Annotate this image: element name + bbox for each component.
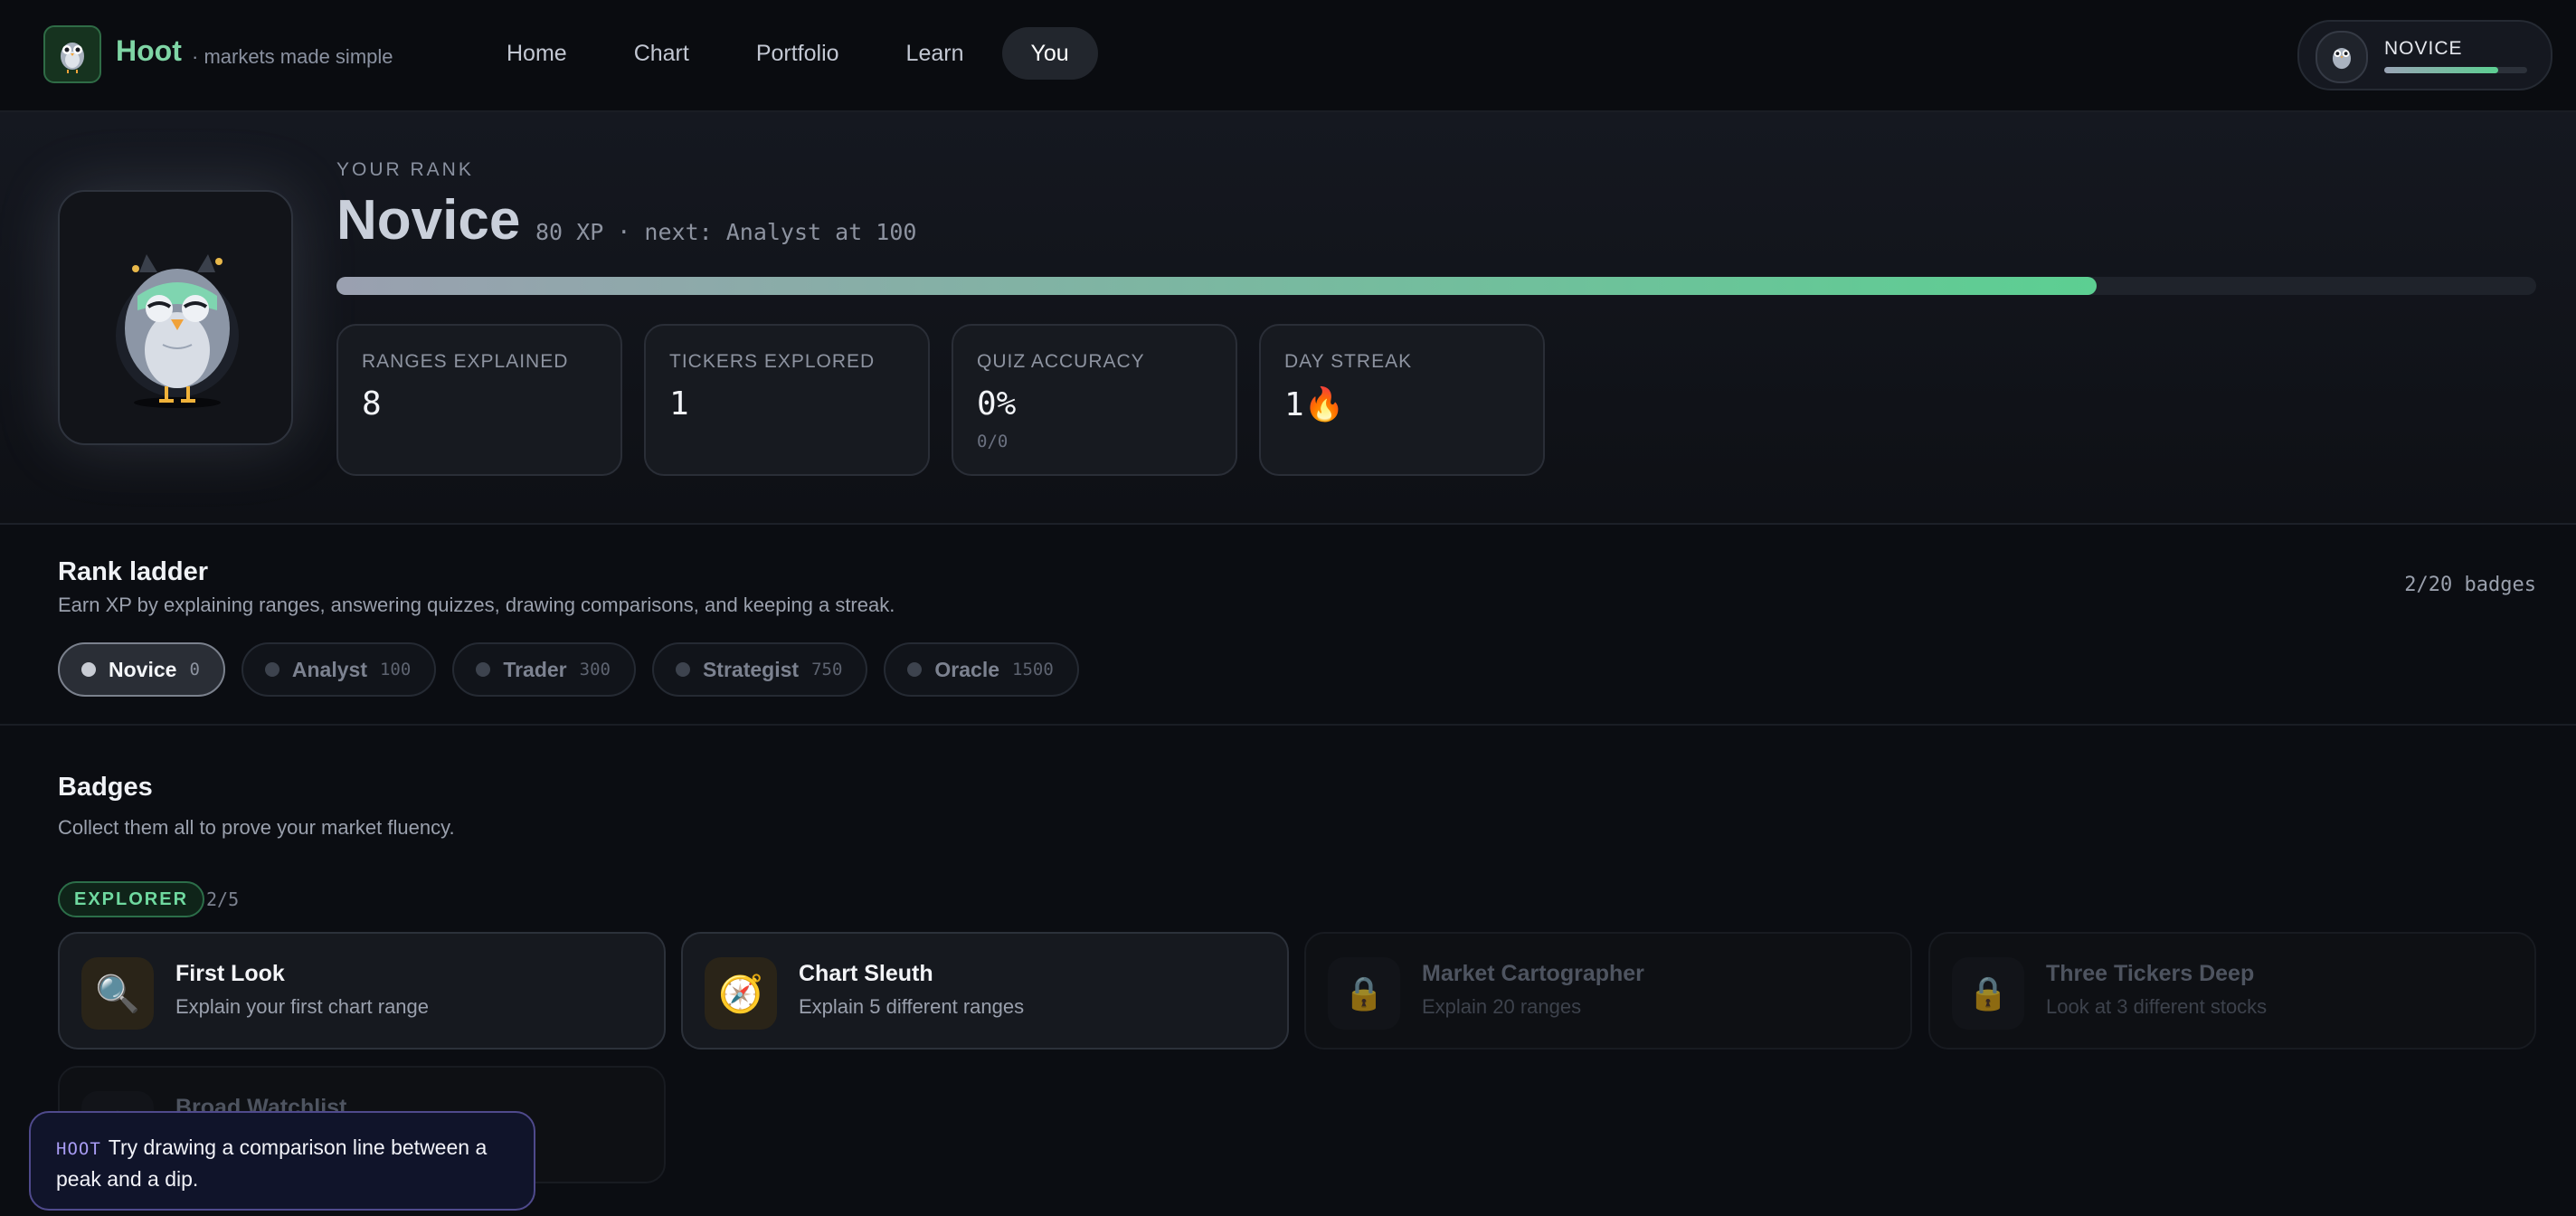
rank-hero: YOUR RANK Novice 80 XP · next: Analyst a… — [0, 112, 2576, 525]
rank-ladder-title: Rank ladder — [58, 557, 208, 586]
owl-logo-icon[interactable] — [43, 25, 101, 83]
nav-you[interactable]: You — [1001, 27, 1098, 80]
badge-description: Explain 5 different ranges — [799, 995, 1025, 1018]
owl-mascot-icon — [116, 254, 239, 408]
rank-chip-progress-fill — [2384, 67, 2499, 73]
stat-tickers-explored: TICKERS EXPLORED 1 — [644, 324, 930, 476]
xp-progress-fill — [336, 277, 2097, 295]
rank-pill-oracle[interactable]: Oracle 1500 — [884, 642, 1079, 697]
rank-dot-icon — [675, 662, 690, 677]
xp-summary: 80 XP · next: Analyst at 100 — [535, 219, 917, 245]
rank-pill-xp: 750 — [811, 660, 843, 679]
stat-label: RANGES EXPLAINED — [362, 351, 569, 372]
stat-value: 8 — [362, 385, 382, 423]
rank-ladder-subtitle: Earn XP by explaining ranges, answering … — [58, 594, 895, 616]
rank-eyebrow: YOUR RANK — [336, 159, 474, 180]
rank-pill-name: Oracle — [934, 657, 999, 681]
stat-value: 1🔥 — [1284, 386, 1345, 423]
stat-value: 1 — [669, 385, 689, 423]
stat-label: QUIZ ACCURACY — [977, 351, 1145, 372]
nav-portfolio[interactable]: Portfolio — [727, 27, 868, 80]
badge-name: Chart Sleuth — [799, 961, 933, 986]
badge-category-count: 2/5 — [206, 888, 240, 910]
rank-dot-icon — [81, 662, 96, 677]
rank-pill-strategist[interactable]: Strategist 750 — [651, 642, 868, 697]
badge-chart-sleuth[interactable]: 🧭 Chart Sleuth Explain 5 different range… — [681, 932, 1289, 1050]
owl-avatar-icon — [2316, 31, 2368, 83]
rank-pill-xp: 300 — [579, 660, 611, 679]
nav-home[interactable]: Home — [478, 27, 596, 80]
rank-pill-trader[interactable]: Trader 300 — [452, 642, 636, 697]
stat-label: TICKERS EXPLORED — [669, 351, 876, 372]
rank-pill-xp: 0 — [189, 660, 200, 679]
toast-text: Try drawing a comparison line between a … — [56, 1135, 488, 1191]
rank-dot-icon — [907, 662, 923, 677]
badge-description: Look at 3 different stocks — [2046, 995, 2268, 1018]
badges-subtitle: Collect them all to prove your market fl… — [58, 816, 455, 839]
rank-pill-xp: 1500 — [1012, 660, 1054, 679]
toast-tag: HOOT — [56, 1139, 101, 1159]
rank-pill-name: Analyst — [291, 657, 367, 681]
main-nav: Home Chart Portfolio Learn You — [478, 27, 1098, 80]
badge-description: Explain 20 ranges — [1422, 995, 1582, 1018]
xp-progress-bar — [336, 277, 2536, 295]
rank-pill-name: Novice — [109, 657, 177, 681]
owl-mascot-card — [58, 190, 293, 445]
rank-ladder-section: Rank ladder Earn XP by explaining ranges… — [0, 525, 2576, 726]
rank-pill-analyst[interactable]: Analyst 100 — [241, 642, 437, 697]
brand-tagline: · markets made simple — [192, 45, 393, 68]
stat-label: DAY STREAK — [1284, 351, 1413, 372]
rank-pill-name: Trader — [503, 657, 567, 681]
stat-value: 0% — [977, 385, 1017, 423]
badge-description: Explain your first chart range — [175, 995, 430, 1018]
badge-first-look[interactable]: 🔍 First Look Explain your first chart ra… — [58, 932, 666, 1050]
rank-chip[interactable]: NOVICE — [2297, 20, 2552, 90]
badge-category-tag: EXPLORER — [58, 881, 205, 917]
badge-name: First Look — [175, 961, 285, 986]
top-bar: Hoot · markets made simple Home Chart Po… — [0, 0, 2576, 112]
badges-title: Badges — [58, 773, 153, 802]
nav-learn[interactable]: Learn — [877, 27, 993, 80]
stat-subvalue: 0/0 — [977, 432, 1009, 451]
rank-chip-label: NOVICE — [2384, 38, 2463, 59]
rank-pill-novice[interactable]: Novice 0 — [58, 642, 225, 697]
brand-name[interactable]: Hoot — [116, 34, 182, 68]
magnifier-icon: 🔍 — [81, 957, 154, 1030]
badge-three-tickers-deep[interactable]: 🔒 Three Tickers Deep Look at 3 different… — [1928, 932, 2536, 1050]
lock-icon: 🔒 — [1328, 957, 1400, 1030]
rank-dot-icon — [264, 662, 279, 677]
rank-chip-progress — [2384, 67, 2527, 73]
rank-dot-icon — [476, 662, 491, 677]
rank-pill-xp: 100 — [379, 660, 412, 679]
rank-title: Novice — [336, 189, 521, 252]
compass-icon: 🧭 — [705, 957, 777, 1030]
badge-name: Three Tickers Deep — [2046, 961, 2255, 986]
badge-name: Market Cartographer — [1422, 961, 1644, 986]
badge-count: 2/20 badges — [2404, 574, 2536, 596]
stat-ranges-explained: RANGES EXPLAINED 8 — [336, 324, 622, 476]
rank-pills: Novice 0 Analyst 100 Trader 300 Strategi… — [58, 642, 1079, 697]
stat-day-streak: DAY STREAK 1🔥 — [1259, 324, 1545, 476]
rank-pill-name: Strategist — [702, 657, 800, 681]
badge-market-cartographer[interactable]: 🔒 Market Cartographer Explain 20 ranges — [1304, 932, 1912, 1050]
nav-chart[interactable]: Chart — [605, 27, 718, 80]
stat-quiz-accuracy: QUIZ ACCURACY 0% 0/0 — [952, 324, 1237, 476]
lock-icon: 🔒 — [1952, 957, 2024, 1030]
hoot-tip-toast[interactable]: HOOT Try drawing a comparison line betwee… — [29, 1111, 535, 1211]
stats-row: RANGES EXPLAINED 8 TICKERS EXPLORED 1 QU… — [336, 324, 1545, 476]
